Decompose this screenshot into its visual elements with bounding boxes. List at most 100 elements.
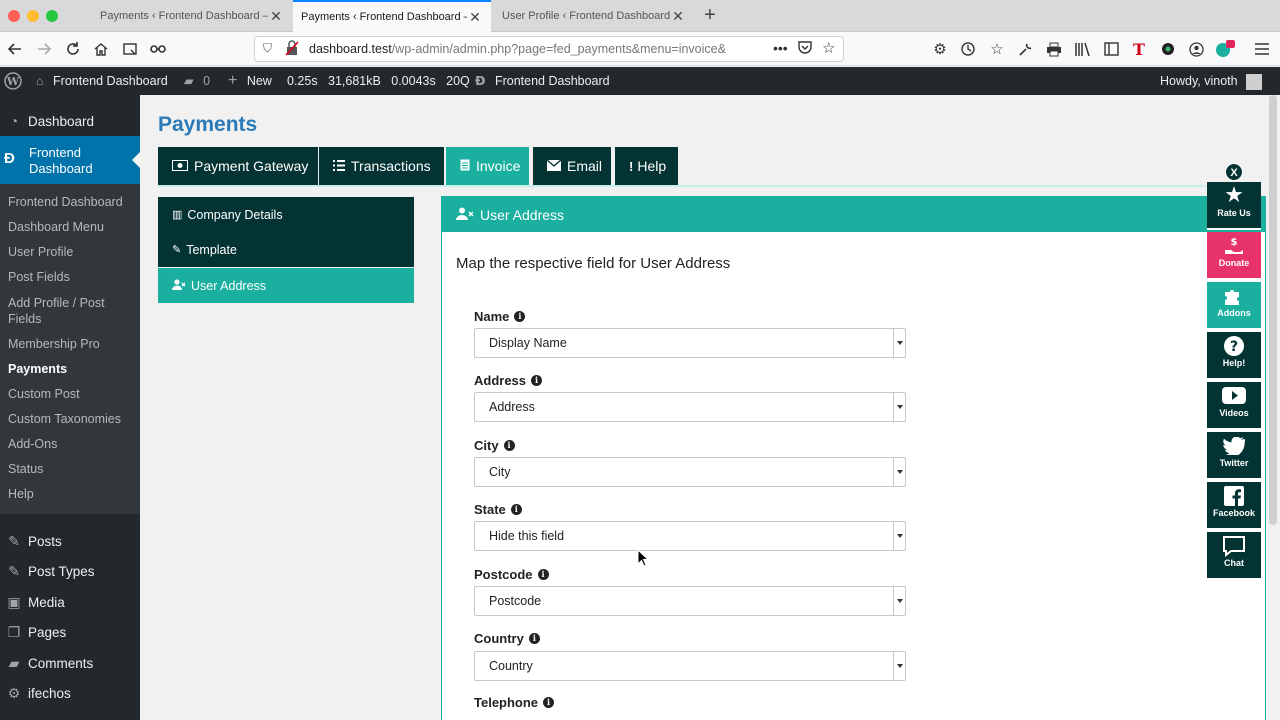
wordpress-logo-icon[interactable]: W [4, 67, 22, 95]
tab-payment-gateway[interactable]: Payment Gateway [158, 147, 318, 185]
wrench-icon[interactable] [1014, 38, 1036, 60]
submenu-frontend-dashboard[interactable]: Frontend Dashboard [8, 194, 123, 210]
info-icon[interactable]: i [543, 697, 555, 708]
shield-icon[interactable]: ⛉ [263, 41, 272, 56]
country-select[interactable]: Country [474, 651, 906, 681]
close-icon[interactable]: ✕ [467, 9, 483, 26]
browser-tab-1[interactable]: Payments ‹ Frontend Dashboard — ✕ [92, 0, 292, 32]
submenu-custom-taxonomies[interactable]: Custom Taxonomies [8, 411, 121, 427]
my-account-link[interactable]: Howdy, vinoth [1160, 67, 1263, 95]
forward-icon[interactable] [33, 38, 55, 60]
zoom-window-button[interactable] [46, 10, 58, 22]
info-icon[interactable]: i [510, 504, 522, 515]
submenu-help[interactable]: Help [8, 486, 34, 502]
help-button[interactable]: ? Help! [1207, 332, 1261, 380]
history-icon[interactable] [957, 38, 979, 60]
tab-label: Payment Gateway [194, 158, 309, 174]
info-icon[interactable]: i [503, 440, 515, 451]
site-home-link[interactable]: ⌂ Frontend Dashboard [36, 67, 168, 95]
videos-button[interactable]: Videos [1207, 382, 1261, 430]
tab-email[interactable]: Email [533, 147, 611, 185]
settings-gear-icon[interactable]: ⚙ [929, 38, 951, 60]
twitter-button[interactable]: Twitter [1207, 432, 1261, 480]
print-icon[interactable] [1043, 38, 1065, 60]
browser-tab-2[interactable]: Payments ‹ Frontend Dashboard — ✕ [293, 0, 491, 32]
donate-button[interactable]: $ Donate [1207, 232, 1261, 280]
addons-button[interactable]: Addons [1207, 282, 1261, 330]
chat-button[interactable]: Chat [1207, 532, 1261, 580]
submenu-user-profile[interactable]: User Profile [8, 244, 73, 260]
url-bar[interactable]: ⛉ dashboard.test/wp-admin/admin.php?page… [254, 36, 844, 62]
insecure-lock-icon[interactable] [285, 40, 299, 59]
account-icon[interactable] [1185, 38, 1207, 60]
user-address-panel: User Address Map the respective field fo… [441, 196, 1266, 720]
submenu-dashboard-menu[interactable]: Dashboard Menu [8, 219, 104, 235]
minimize-window-button[interactable] [27, 10, 39, 22]
widget-close-button[interactable]: X [1225, 163, 1243, 181]
sidebar-item-dashboard[interactable]: ◔ Dashboard [0, 106, 140, 136]
tab-help[interactable]: ! Help [615, 147, 678, 185]
panel-title: User Address [480, 206, 565, 223]
submenu-add-ons[interactable]: Add-Ons [8, 436, 57, 452]
close-icon[interactable]: ✕ [268, 8, 284, 25]
sidebar-item-media[interactable]: ▣ Media [0, 587, 140, 617]
close-window-button[interactable] [8, 10, 20, 22]
screenshot-icon[interactable] [119, 38, 141, 60]
new-content-link[interactable]: + New [228, 67, 272, 95]
widget-button-label: Facebook [1212, 508, 1255, 518]
rate-us-button[interactable]: ★ Rate Us [1207, 182, 1261, 230]
subtab-user-address[interactable]: User Address [158, 268, 414, 303]
sidebar-item-posts[interactable]: ✎ Posts [0, 526, 140, 556]
comments-link[interactable]: ▰ 0 [184, 67, 210, 95]
t-extension-icon[interactable]: T [1128, 38, 1150, 60]
sidebar-toggle-icon[interactable] [1100, 38, 1122, 60]
close-icon[interactable]: ✕ [670, 8, 686, 25]
reload-icon[interactable] [62, 38, 84, 60]
page-actions-icon[interactable]: ••• [773, 40, 788, 56]
chevron-down-icon [893, 652, 905, 680]
sidebar-item-pages[interactable]: ❐ Pages [0, 617, 140, 647]
back-icon[interactable] [4, 38, 26, 60]
page-scrollbar[interactable] [1269, 95, 1277, 525]
sidebar-item-post-types[interactable]: ✎ Post Types [0, 556, 140, 586]
new-tab-icon[interactable]: + [700, 4, 720, 26]
submenu-membership-pro[interactable]: Membership Pro [8, 336, 100, 352]
private-mask-icon[interactable] [147, 38, 169, 60]
submenu-add-profile-post-fields[interactable]: Add Profile / Post Fields [8, 295, 118, 327]
browser-tab-3[interactable]: User Profile ‹ Frontend Dashboard ✕ [494, 0, 694, 32]
query-monitor-stats[interactable]: 0.25s 31,681kB 0.0043s 20Q [287, 67, 470, 95]
submenu-payments[interactable]: Payments [8, 361, 67, 377]
tab-underline [158, 185, 1206, 187]
address-select[interactable]: Address [474, 392, 906, 422]
city-select[interactable]: City [474, 457, 906, 487]
postcode-select[interactable]: Postcode [474, 586, 906, 616]
home-icon[interactable] [90, 38, 112, 60]
sidebar-item-ifechos[interactable]: ⚙ ifechos [0, 678, 140, 708]
sidebar-item-comments[interactable]: ▰ Comments [0, 648, 140, 678]
extension-badge-icon[interactable] [1214, 38, 1236, 60]
select-value: Postcode [489, 594, 542, 608]
info-icon[interactable]: i [528, 633, 540, 644]
pocket-icon[interactable] [798, 40, 812, 57]
facebook-button[interactable]: Facebook [1207, 482, 1261, 530]
info-icon[interactable]: i [537, 569, 549, 580]
tab-invoice[interactable]: Invoice [446, 147, 529, 185]
info-icon[interactable]: i [531, 375, 543, 386]
name-select[interactable]: Display Name [474, 328, 906, 358]
hamburger-menu-icon[interactable] [1251, 38, 1273, 60]
bookmark-star-icon[interactable]: ☆ [822, 39, 835, 57]
state-select[interactable]: Hide this field [474, 521, 906, 551]
submenu-post-fields[interactable]: Post Fields [8, 269, 70, 285]
submenu-status[interactable]: Status [8, 461, 43, 477]
subtab-template[interactable]: ✎ Template [158, 232, 414, 267]
sidebar-item-frontend-dashboard[interactable]: Ð Frontend Dashboard [0, 136, 140, 184]
plugin-link[interactable]: Ð Frontend Dashboard [475, 67, 610, 95]
library-icon[interactable] [1071, 38, 1093, 60]
info-icon[interactable]: i [514, 311, 526, 322]
building-icon: ▥ [172, 209, 183, 221]
tab-transactions[interactable]: Transactions [319, 147, 444, 185]
subtab-company-details[interactable]: ▥ Company Details [158, 197, 414, 232]
color-picker-icon[interactable] [1157, 38, 1179, 60]
submenu-custom-post[interactable]: Custom Post [8, 386, 80, 402]
extension-star-icon[interactable]: ☆ [986, 38, 1008, 60]
